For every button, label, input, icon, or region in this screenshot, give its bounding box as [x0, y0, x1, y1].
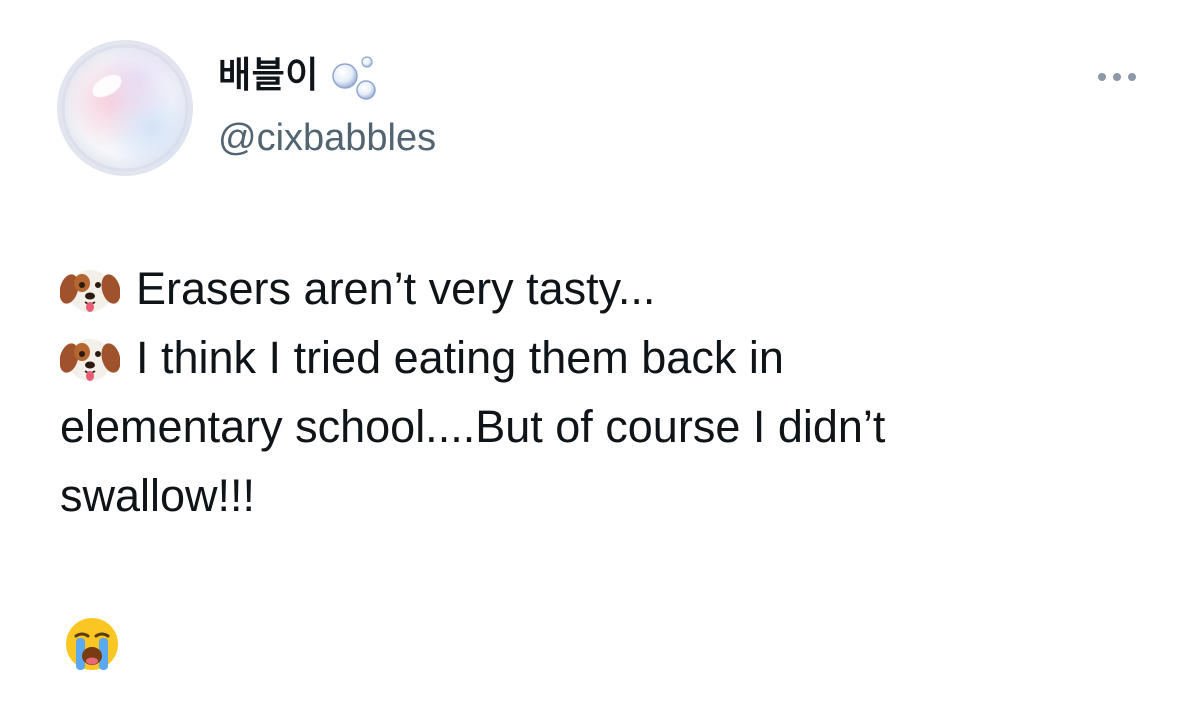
- tweet-line-text: I think I tried eating them back in: [136, 332, 784, 383]
- dog-face-emoji-icon: [59, 328, 121, 388]
- dog-face-emoji-icon: [59, 259, 121, 319]
- more-options-icon[interactable]: [1092, 62, 1142, 92]
- bubbles-icon: [331, 50, 381, 102]
- tweet-line: Erasers aren’t very tasty...: [59, 254, 1150, 323]
- tweet-card: 배블이 @cixbabbles Erasers aren’t very tast…: [0, 0, 1200, 719]
- author-name-row[interactable]: 배블이: [218, 50, 381, 102]
- tweet-line-text: swallow!!!: [60, 470, 256, 521]
- soap-bubble-avatar-icon: [57, 40, 193, 176]
- tweet-text: Erasers aren’t very tasty... I think I t…: [59, 254, 1150, 530]
- author-handle[interactable]: @cixbabbles: [218, 112, 436, 164]
- loudly-crying-face-emoji-icon: [62, 614, 122, 674]
- tweet-line-text: Erasers aren’t very tasty...: [136, 263, 656, 314]
- tweet-line: I think I tried eating them back in: [59, 323, 1150, 392]
- tweet-line-text: elementary school....But of course I did…: [60, 401, 886, 452]
- display-name[interactable]: 배블이: [218, 50, 319, 102]
- avatar[interactable]: [57, 40, 193, 176]
